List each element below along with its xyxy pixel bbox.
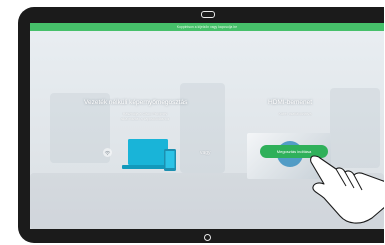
background-shape — [180, 83, 225, 173]
camera-icon — [201, 11, 215, 18]
wifi-icon — [103, 148, 112, 157]
hdmi-input-title: HDMI-bemenet — [268, 99, 313, 106]
wifi-glyph — [104, 150, 111, 156]
wireless-share-title: Vezeték nélküli képernyőmegosztás — [84, 99, 188, 106]
notification-banner: Koppintson a kijelzőn vagy kapcsolja be — [30, 23, 384, 31]
laptop-phone-illustration — [122, 139, 176, 171]
tapping-hand-illustration — [310, 155, 384, 224]
wireless-share-subtitle: Használja a Cisco Proximity alkalmazást … — [100, 112, 190, 122]
touch-panel-device: Koppintson a kijelzőn vagy kapcsolja be … — [18, 7, 384, 243]
or-divider-label: vagy — [200, 150, 211, 156]
wireless-subtitle-line2: alkalmazást a kapcsolódáshoz — [120, 117, 170, 121]
home-button-icon[interactable] — [204, 234, 211, 241]
hdmi-input-subtitle: Kábel csatlakoztatva — [278, 112, 312, 116]
touch-screen[interactable]: Koppintson a kijelzőn vagy kapcsolja be … — [30, 23, 384, 229]
